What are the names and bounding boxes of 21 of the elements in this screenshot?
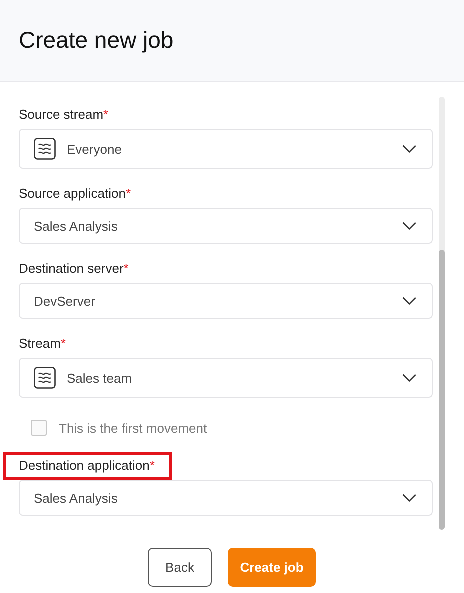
field-label: Destination server* bbox=[19, 261, 129, 277]
waves-icon bbox=[34, 138, 56, 160]
chevron-down-icon bbox=[402, 222, 417, 230]
field-label: Source application* bbox=[19, 186, 132, 202]
chevron-down-icon bbox=[402, 144, 417, 154]
chevron-down-icon bbox=[402, 494, 417, 502]
dropdown-field[interactable]: Sales team bbox=[19, 358, 433, 398]
dropdown-field[interactable]: Sales Analysis bbox=[19, 208, 433, 244]
checkbox-label: This is the first movement bbox=[59, 420, 208, 436]
waves-icon bbox=[34, 367, 56, 389]
field-label: Stream* bbox=[19, 336, 66, 352]
dropdown-field[interactable]: DevServer bbox=[19, 283, 433, 319]
chevron-down-icon bbox=[402, 374, 417, 382]
scrollbar[interactable] bbox=[439, 97, 445, 530]
field-label: Destination application* bbox=[3, 452, 172, 480]
dropdown-field[interactable]: Sales Analysis bbox=[19, 480, 433, 516]
chevron-down-icon bbox=[402, 296, 417, 306]
back-button[interactable]: Back bbox=[148, 548, 212, 587]
field-label: Source stream* bbox=[19, 107, 109, 123]
dropdown-field[interactable]: Everyone bbox=[19, 129, 433, 169]
dialog-title: Create new job bbox=[19, 27, 174, 54]
